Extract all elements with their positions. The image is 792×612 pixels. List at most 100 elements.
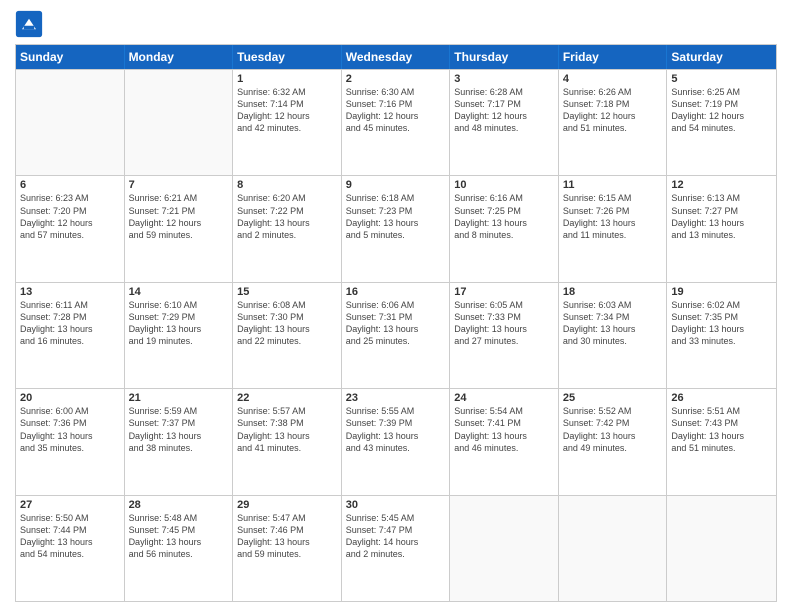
cell-line: Sunset: 7:30 PM (237, 311, 337, 323)
cell-line: and 22 minutes. (237, 335, 337, 347)
day-number: 17 (454, 286, 554, 298)
cell-line: Sunrise: 5:50 AM (20, 512, 120, 524)
cell-line: Daylight: 13 hours (671, 323, 772, 335)
weekday-header: Tuesday (233, 45, 342, 69)
cell-line: Daylight: 13 hours (346, 323, 446, 335)
cell-line: and 27 minutes. (454, 335, 554, 347)
day-number: 29 (237, 499, 337, 511)
cell-line: and 59 minutes. (129, 229, 229, 241)
calendar-cell: 9Sunrise: 6:18 AMSunset: 7:23 PMDaylight… (342, 176, 451, 281)
day-number: 20 (20, 392, 120, 404)
day-number: 24 (454, 392, 554, 404)
cell-line: and 5 minutes. (346, 229, 446, 241)
day-number: 2 (346, 73, 446, 85)
cell-line: Daylight: 13 hours (237, 217, 337, 229)
calendar-cell: 13Sunrise: 6:11 AMSunset: 7:28 PMDayligh… (16, 283, 125, 388)
day-number: 4 (563, 73, 663, 85)
cell-line: and 54 minutes. (20, 548, 120, 560)
cell-line: and 38 minutes. (129, 442, 229, 454)
cell-line: Daylight: 13 hours (20, 536, 120, 548)
cell-line: Sunrise: 6:13 AM (671, 192, 772, 204)
calendar-cell: 15Sunrise: 6:08 AMSunset: 7:30 PMDayligh… (233, 283, 342, 388)
calendar-cell: 14Sunrise: 6:10 AMSunset: 7:29 PMDayligh… (125, 283, 234, 388)
cell-line: and 48 minutes. (454, 122, 554, 134)
cell-line: Sunset: 7:46 PM (237, 524, 337, 536)
calendar-cell: 22Sunrise: 5:57 AMSunset: 7:38 PMDayligh… (233, 389, 342, 494)
calendar-cell: 28Sunrise: 5:48 AMSunset: 7:45 PMDayligh… (125, 496, 234, 601)
cell-line: Sunrise: 5:51 AM (671, 405, 772, 417)
cell-line: and 35 minutes. (20, 442, 120, 454)
calendar-row: 27Sunrise: 5:50 AMSunset: 7:44 PMDayligh… (16, 495, 776, 601)
cell-line: Daylight: 14 hours (346, 536, 446, 548)
header (15, 10, 777, 38)
calendar-cell: 27Sunrise: 5:50 AMSunset: 7:44 PMDayligh… (16, 496, 125, 601)
cell-line: Daylight: 13 hours (20, 323, 120, 335)
calendar-cell: 5Sunrise: 6:25 AMSunset: 7:19 PMDaylight… (667, 70, 776, 175)
cell-line: Sunrise: 5:54 AM (454, 405, 554, 417)
calendar-cell: 7Sunrise: 6:21 AMSunset: 7:21 PMDaylight… (125, 176, 234, 281)
cell-line: Daylight: 12 hours (237, 110, 337, 122)
calendar-cell: 26Sunrise: 5:51 AMSunset: 7:43 PMDayligh… (667, 389, 776, 494)
cell-line: Daylight: 13 hours (129, 430, 229, 442)
cell-line: Sunset: 7:38 PM (237, 417, 337, 429)
cell-line: Sunset: 7:14 PM (237, 98, 337, 110)
day-number: 16 (346, 286, 446, 298)
cell-line: Sunrise: 5:47 AM (237, 512, 337, 524)
cell-line: Sunset: 7:43 PM (671, 417, 772, 429)
cell-line: and 43 minutes. (346, 442, 446, 454)
cell-line: Sunrise: 6:08 AM (237, 299, 337, 311)
cell-line: and 13 minutes. (671, 229, 772, 241)
cell-line: Daylight: 13 hours (129, 323, 229, 335)
cell-line: and 49 minutes. (563, 442, 663, 454)
weekday-header: Saturday (667, 45, 776, 69)
cell-line: Daylight: 13 hours (671, 217, 772, 229)
weekday-header: Sunday (16, 45, 125, 69)
calendar-cell (16, 70, 125, 175)
cell-line: Sunrise: 5:59 AM (129, 405, 229, 417)
calendar-cell (559, 496, 668, 601)
cell-line: Sunset: 7:29 PM (129, 311, 229, 323)
cell-line: Sunset: 7:44 PM (20, 524, 120, 536)
cell-line: Daylight: 13 hours (346, 217, 446, 229)
cell-line: Sunset: 7:22 PM (237, 205, 337, 217)
day-number: 21 (129, 392, 229, 404)
cell-line: Sunrise: 6:20 AM (237, 192, 337, 204)
cell-line: and 25 minutes. (346, 335, 446, 347)
weekday-header: Monday (125, 45, 234, 69)
weekday-header: Thursday (450, 45, 559, 69)
cell-line: and 30 minutes. (563, 335, 663, 347)
day-number: 23 (346, 392, 446, 404)
calendar-cell: 21Sunrise: 5:59 AMSunset: 7:37 PMDayligh… (125, 389, 234, 494)
cell-line: Sunrise: 6:00 AM (20, 405, 120, 417)
cell-line: Sunrise: 6:11 AM (20, 299, 120, 311)
calendar-cell: 24Sunrise: 5:54 AMSunset: 7:41 PMDayligh… (450, 389, 559, 494)
day-number: 28 (129, 499, 229, 511)
day-number: 25 (563, 392, 663, 404)
calendar-cell: 1Sunrise: 6:32 AMSunset: 7:14 PMDaylight… (233, 70, 342, 175)
day-number: 6 (20, 179, 120, 191)
cell-line: Sunset: 7:36 PM (20, 417, 120, 429)
cell-line: Sunrise: 5:55 AM (346, 405, 446, 417)
cell-line: and 54 minutes. (671, 122, 772, 134)
cell-line: Daylight: 13 hours (237, 323, 337, 335)
calendar: SundayMondayTuesdayWednesdayThursdayFrid… (15, 44, 777, 602)
cell-line: Sunset: 7:27 PM (671, 205, 772, 217)
day-number: 5 (671, 73, 772, 85)
calendar-cell: 19Sunrise: 6:02 AMSunset: 7:35 PMDayligh… (667, 283, 776, 388)
cell-line: Sunrise: 6:30 AM (346, 86, 446, 98)
calendar-body: 1Sunrise: 6:32 AMSunset: 7:14 PMDaylight… (16, 69, 776, 601)
logo (15, 10, 47, 38)
calendar-header: SundayMondayTuesdayWednesdayThursdayFrid… (16, 45, 776, 69)
cell-line: Daylight: 13 hours (563, 430, 663, 442)
cell-line: Sunset: 7:45 PM (129, 524, 229, 536)
calendar-cell: 25Sunrise: 5:52 AMSunset: 7:42 PMDayligh… (559, 389, 668, 494)
cell-line: Daylight: 13 hours (237, 536, 337, 548)
day-number: 14 (129, 286, 229, 298)
day-number: 18 (563, 286, 663, 298)
cell-line: Daylight: 13 hours (129, 536, 229, 548)
cell-line: Sunrise: 6:23 AM (20, 192, 120, 204)
cell-line: Sunrise: 5:52 AM (563, 405, 663, 417)
cell-line: Sunset: 7:21 PM (129, 205, 229, 217)
cell-line: Sunset: 7:17 PM (454, 98, 554, 110)
cell-line: Sunrise: 5:57 AM (237, 405, 337, 417)
